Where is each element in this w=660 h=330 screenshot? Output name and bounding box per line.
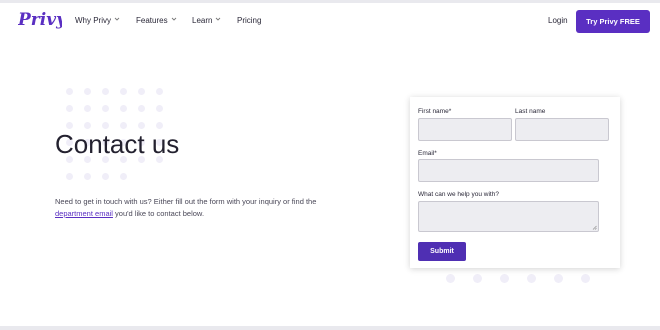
last-name-field[interactable]	[515, 118, 609, 141]
nav-features-label: Features	[136, 16, 168, 25]
department-email-link[interactable]: department email	[55, 209, 113, 218]
message-textarea[interactable]	[418, 201, 599, 232]
hero-description-text-end: you'd like to contact below.	[112, 209, 205, 218]
nav-why-privy-label: Why Privy	[75, 16, 111, 25]
first-name-label: First name*	[418, 108, 452, 115]
message-label: What can we help you with?	[418, 191, 499, 198]
contact-form: First name* Last name Email* What can we…	[410, 97, 620, 268]
email-label: Email*	[418, 150, 437, 157]
nav-features[interactable]: Features	[136, 16, 177, 25]
nav-pricing-label: Pricing	[237, 16, 262, 25]
resize-handle-icon[interactable]	[592, 225, 597, 230]
nav-learn-label: Learn	[192, 16, 213, 25]
hero-description-text: Need to get in touch with us? Either fil…	[55, 197, 317, 206]
submit-button[interactable]: Submit	[418, 242, 466, 261]
nav-why-privy[interactable]: Why Privy	[75, 16, 120, 25]
try-free-button[interactable]: Try Privy FREE	[576, 10, 650, 33]
nav-pricing[interactable]: Pricing	[237, 16, 261, 25]
top-nav: Privy Why Privy Features Learn Pricing L…	[0, 3, 660, 41]
decorative-dots	[446, 272, 596, 286]
bottom-border	[0, 326, 660, 330]
chevron-down-icon	[216, 17, 221, 21]
first-name-field[interactable]	[418, 118, 512, 141]
page-title: Contact us	[55, 129, 180, 159]
privy-logo[interactable]: Privy	[18, 7, 62, 33]
last-name-label: Last name	[515, 108, 546, 115]
chevron-down-icon	[171, 17, 176, 21]
chevron-down-icon	[114, 17, 120, 21]
login-link[interactable]: Login	[548, 16, 568, 25]
email-field[interactable]	[418, 159, 599, 182]
hero-description: Need to get in touch with us? Either fil…	[55, 196, 325, 220]
nav-learn[interactable]: Learn	[192, 16, 221, 25]
svg-text:Privy: Privy	[18, 10, 62, 30]
